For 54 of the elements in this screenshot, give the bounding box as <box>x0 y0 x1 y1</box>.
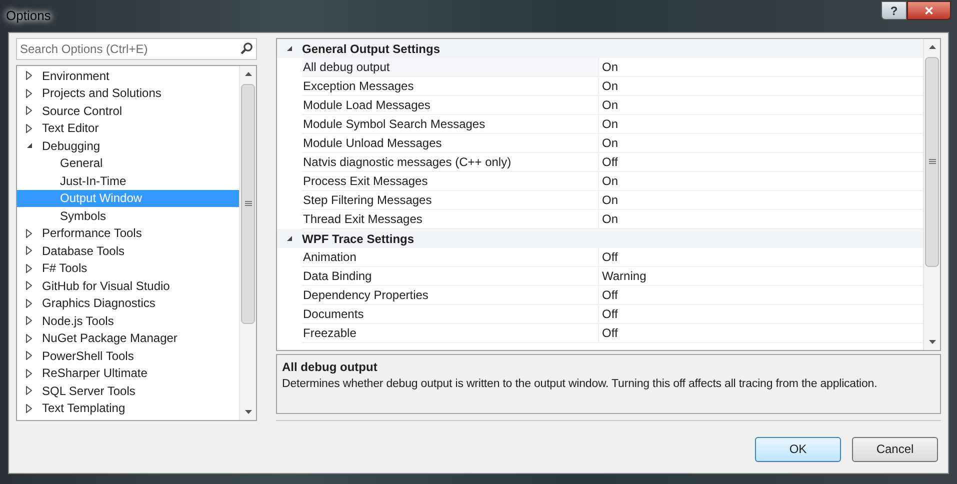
scroll-down-arrow-icon[interactable] <box>244 410 252 414</box>
category-header[interactable]: General Output Settings <box>277 39 923 58</box>
tree-item[interactable]: General <box>17 154 239 172</box>
tree-item[interactable]: NuGet Package Manager <box>17 330 239 347</box>
tree-item[interactable]: Text Templating <box>17 400 239 417</box>
property-row[interactable]: Data Binding Warning <box>302 267 923 286</box>
property-row[interactable]: Documents Off <box>302 305 923 324</box>
description-text: Determines whether debug output is written to the output window. Turning this off affects all tracing from the application. <box>282 377 878 392</box>
property-row[interactable]: Module Load Messages On <box>302 96 923 115</box>
property-row[interactable]: Exception Messages On <box>302 77 923 96</box>
tree-item[interactable]: Source Control <box>17 102 239 120</box>
dialog-button[interactable]: Cancel <box>852 436 938 462</box>
property-row[interactable]: Animation Off <box>302 248 923 267</box>
property-row[interactable]: Dependency Properties Off <box>302 286 923 305</box>
scroll-up-arrow-icon[interactable] <box>928 45 936 49</box>
scroll-up-arrow-icon[interactable] <box>244 72 252 76</box>
tree-item[interactable]: Graphics Diagnostics <box>17 294 239 312</box>
tree-item[interactable]: Performance Tools <box>17 224 239 242</box>
expanded-arrow-icon[interactable] <box>286 45 293 52</box>
grip-icon[interactable] <box>244 201 252 207</box>
description-title: All debug output <box>282 359 378 376</box>
property-row[interactable]: Freezable Off <box>302 324 923 343</box>
tree-item[interactable]: F# Tools <box>17 260 239 277</box>
property-row[interactable]: Module Symbol Search Messages On <box>302 115 923 134</box>
expanded-arrow-icon[interactable] <box>26 142 33 150</box>
category-header[interactable]: WPF Trace Settings <box>277 229 923 248</box>
tree-item[interactable]: GitHub for Visual Studio <box>17 277 239 294</box>
scroll-down-arrow-icon[interactable] <box>928 340 936 344</box>
close-button[interactable]: ✕ <box>907 0 951 20</box>
tree-item[interactable]: Debugging <box>17 137 239 154</box>
property-row[interactable]: Natvis diagnostic messages (C++ only) Off <box>302 153 923 172</box>
property-row[interactable]: All debug output On <box>302 58 923 77</box>
tree-item[interactable]: Symbols <box>17 207 239 224</box>
tree-item[interactable]: Database Tools <box>17 242 239 260</box>
tree-item[interactable]: Just-In-Time <box>17 172 239 190</box>
tree-item[interactable]: Node.js Tools <box>17 312 239 330</box>
tree-item[interactable]: ReSharper Ultimate <box>17 364 239 382</box>
scrollbar[interactable] <box>239 66 256 420</box>
tree-item[interactable]: Environment <box>17 67 239 84</box>
property-row[interactable]: Process Exit Messages On <box>302 172 923 191</box>
expanded-arrow-icon[interactable] <box>286 235 293 242</box>
grip-icon[interactable] <box>928 159 936 165</box>
search-field[interactable]: Search Options (Ctrl+E) <box>16 38 257 60</box>
tree-item[interactable]: Projects and Solutions <box>17 84 239 102</box>
property-row[interactable]: Step Filtering Messages On <box>302 191 923 210</box>
tree-item[interactable]: SQL Server Tools <box>17 382 239 400</box>
property-row[interactable]: Module Unload Messages On <box>302 134 923 153</box>
dialog-button[interactable]: OK <box>755 436 841 462</box>
window-title: Options <box>6 7 51 26</box>
search-icon[interactable] <box>240 42 253 55</box>
tree-item[interactable]: Text Editor <box>17 120 239 137</box>
help-button[interactable]: ? <box>881 0 907 20</box>
tree-item[interactable]: PowerShell Tools <box>17 347 239 364</box>
scrollbar[interactable] <box>923 39 940 350</box>
